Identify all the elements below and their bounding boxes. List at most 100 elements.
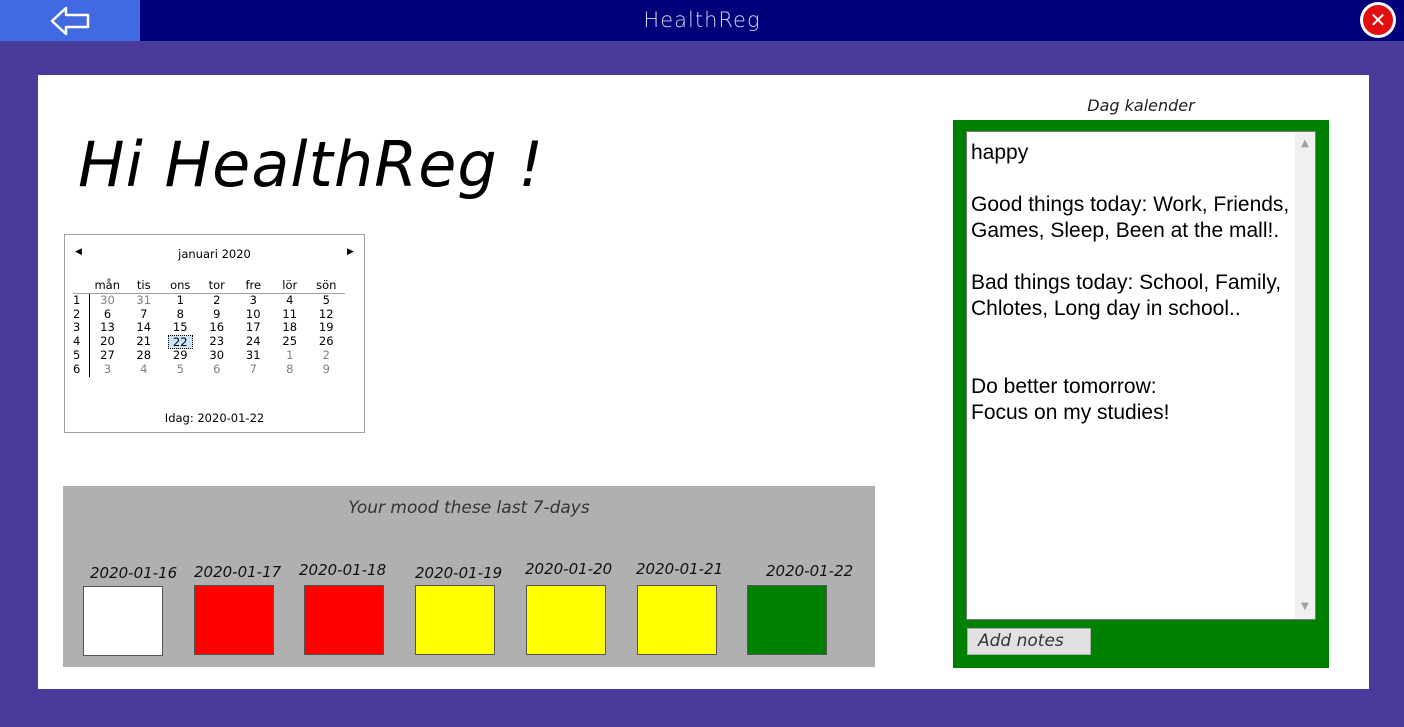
mood-color-box xyxy=(637,585,717,655)
calendar-day[interactable]: 5 xyxy=(308,293,345,308)
calendar-day[interactable]: 1 xyxy=(272,349,309,363)
weekday-header: tor xyxy=(198,277,235,294)
week-number: 5 xyxy=(73,349,90,363)
add-notes-button[interactable]: Add notes xyxy=(967,628,1091,655)
calendar-day[interactable]: 30 xyxy=(89,293,126,308)
chevron-down-icon[interactable]: ▼ xyxy=(1295,597,1315,617)
calendar-week-row: 5 27 28 29 30 31 1 2 xyxy=(73,349,345,363)
calendar-day[interactable]: 4 xyxy=(272,293,309,308)
calendar-day[interactable]: 3 xyxy=(89,362,126,377)
week-number: 6 xyxy=(73,362,90,377)
calendar-day[interactable]: 28 xyxy=(126,349,163,363)
arrow-left-icon xyxy=(50,6,90,35)
weekday-header: ons xyxy=(162,277,199,294)
week-number: 3 xyxy=(73,321,90,335)
weekday-header: fre xyxy=(235,277,272,294)
mood-date-label: 2020-01-20 xyxy=(525,560,613,578)
mood-color-box xyxy=(415,585,495,655)
calendar-day[interactable]: 30 xyxy=(199,349,236,363)
calendar-day[interactable]: 29 xyxy=(162,349,199,363)
calendar-day[interactable]: 24 xyxy=(235,335,272,350)
calendar-day[interactable]: 6 xyxy=(199,362,236,377)
weekday-header: tis xyxy=(125,277,162,294)
calendar-day[interactable]: 7 xyxy=(235,362,272,377)
mood-color-box xyxy=(304,585,384,655)
calendar-day[interactable]: 9 xyxy=(308,362,345,377)
calendar-week-row: 6 3 4 5 6 7 8 9 xyxy=(73,362,345,377)
calendar-day[interactable]: 9 xyxy=(199,307,236,322)
close-icon: ✕ xyxy=(1363,5,1393,35)
mood-color-box xyxy=(194,585,274,655)
mood-date-label: 2020-01-18 xyxy=(299,561,387,579)
calendar-week-row: 4 20 21 22 23 24 25 26 xyxy=(73,335,345,350)
weekday-header: sön xyxy=(308,277,345,294)
calendar-day[interactable]: 27 xyxy=(89,349,126,363)
mood-date-label: 2020-01-22 xyxy=(766,562,854,580)
back-button[interactable] xyxy=(0,0,140,41)
calendar-day[interactable]: 23 xyxy=(199,335,236,350)
title-bar: HealthReg ✕ xyxy=(0,0,1404,41)
notes-scrollbar[interactable]: ▲ ▼ xyxy=(1295,132,1315,619)
calendar-prev-icon[interactable]: ◀ xyxy=(75,247,82,257)
calendar-today-link[interactable]: Idag: 2020-01-22 xyxy=(65,411,364,425)
notes-content: happy Good things today: Work, Friends, … xyxy=(971,141,1290,424)
mood-color-box xyxy=(747,585,827,655)
week-number: 2 xyxy=(73,307,90,322)
calendar-month-label[interactable]: januari 2020 xyxy=(65,247,364,261)
calendar-day[interactable]: 19 xyxy=(308,321,345,335)
calendar-week-row: 2 6 7 8 9 10 11 12 xyxy=(73,307,345,322)
greeting-heading: Hi HealthReg ! xyxy=(78,128,545,201)
calendar-grid: mån tis ons tor fre lör sön 1 30 31 1 2 … xyxy=(73,277,345,377)
calendar-day[interactable]: 31 xyxy=(235,349,272,363)
chevron-up-icon[interactable]: ▲ xyxy=(1295,134,1315,154)
close-button[interactable]: ✕ xyxy=(1360,2,1396,38)
calendar-day[interactable]: 13 xyxy=(89,321,126,335)
mood-date-label: 2020-01-16 xyxy=(90,564,178,582)
selected-day-label: 22 xyxy=(167,334,193,349)
calendar-day[interactable]: 12 xyxy=(308,307,345,322)
calendar-day-selected[interactable]: 22 xyxy=(162,334,199,350)
calendar-day[interactable]: 2 xyxy=(308,349,345,363)
calendar-day[interactable]: 7 xyxy=(126,307,163,322)
week-number-header xyxy=(73,277,89,294)
calendar-day[interactable]: 3 xyxy=(235,293,272,308)
month-calendar[interactable]: januari 2020 ◀ ▶ mån tis ons tor fre lör… xyxy=(64,234,365,433)
calendar-day[interactable]: 21 xyxy=(126,335,163,350)
calendar-week-row: 3 13 14 15 16 17 18 19 xyxy=(73,321,345,335)
calendar-week-row: 1 30 31 1 2 3 4 5 xyxy=(73,293,345,308)
mood-panel-title: Your mood these last 7-days xyxy=(348,498,590,518)
calendar-day[interactable]: 10 xyxy=(235,307,272,322)
weekday-header: lör xyxy=(271,277,308,294)
mood-color-box xyxy=(83,586,163,656)
calendar-day[interactable]: 4 xyxy=(126,362,163,377)
calendar-day[interactable]: 1 xyxy=(162,293,199,308)
mood-color-box xyxy=(526,585,606,655)
day-calendar-label: Dag kalender xyxy=(1087,96,1195,115)
calendar-day[interactable]: 20 xyxy=(89,335,126,350)
calendar-next-icon[interactable]: ▶ xyxy=(347,247,354,257)
calendar-day[interactable]: 2 xyxy=(199,293,236,308)
mood-date-label: 2020-01-17 xyxy=(194,563,282,581)
calendar-day[interactable]: 16 xyxy=(199,321,236,335)
calendar-day[interactable]: 5 xyxy=(162,362,199,377)
calendar-day[interactable]: 11 xyxy=(272,307,309,322)
mood-date-label: 2020-01-21 xyxy=(636,560,724,578)
calendar-day[interactable]: 18 xyxy=(272,321,309,335)
week-number: 1 xyxy=(73,293,90,308)
app-title: HealthReg xyxy=(643,8,761,32)
calendar-day[interactable]: 31 xyxy=(126,293,163,308)
mood-panel: Your mood these last 7-days 2020-01-16 2… xyxy=(63,486,875,667)
calendar-day[interactable]: 15 xyxy=(162,321,199,335)
calendar-day[interactable]: 8 xyxy=(162,307,199,322)
week-number: 4 xyxy=(73,335,90,350)
calendar-day[interactable]: 14 xyxy=(126,321,163,335)
calendar-day[interactable]: 25 xyxy=(272,335,309,350)
calendar-header: januari 2020 ◀ ▶ xyxy=(65,247,364,263)
calendar-day[interactable]: 26 xyxy=(308,335,345,350)
calendar-day[interactable]: 17 xyxy=(235,321,272,335)
calendar-day[interactable]: 8 xyxy=(272,362,309,377)
calendar-day[interactable]: 6 xyxy=(89,307,126,322)
notes-textarea[interactable]: happy Good things today: Work, Friends, … xyxy=(966,131,1316,620)
mood-date-label: 2020-01-19 xyxy=(415,564,503,582)
weekday-header: mån xyxy=(89,277,126,294)
